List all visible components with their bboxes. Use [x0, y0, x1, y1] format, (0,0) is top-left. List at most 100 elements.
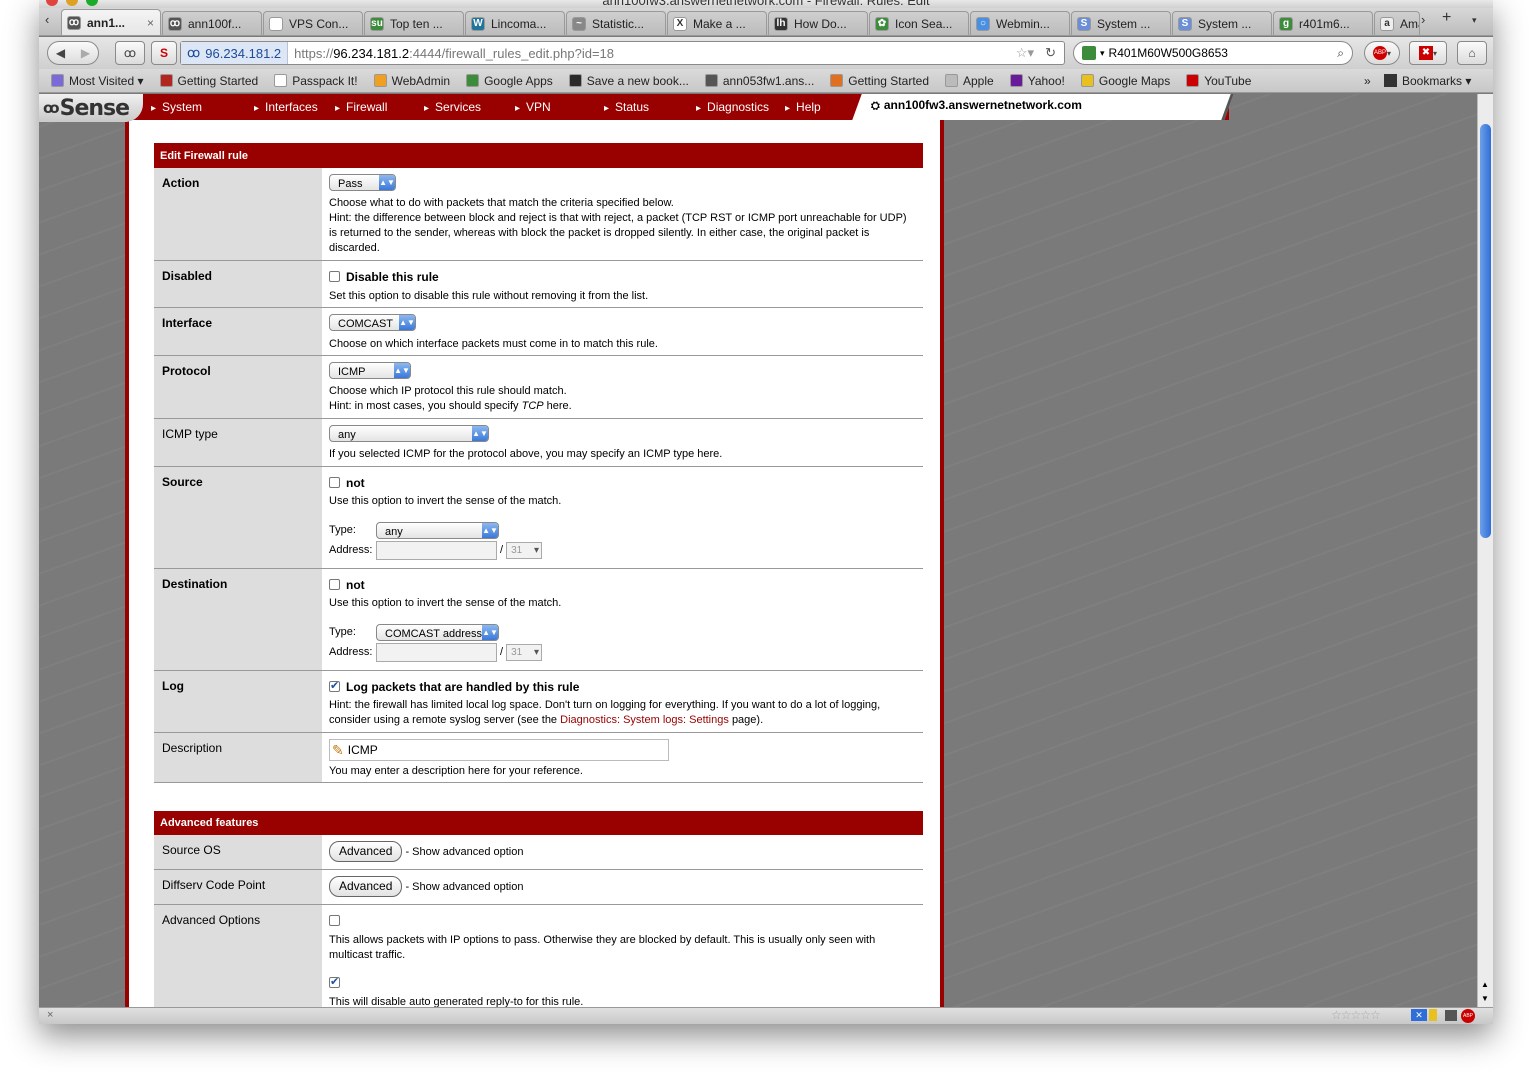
url-text[interactable]: https://96.234.181.2:4444/firewall_rules… — [288, 46, 614, 61]
diffserv-advanced-button[interactable]: Advanced — [329, 876, 403, 897]
system-logs-settings-link[interactable]: Diagnostics: System logs: Settings — [560, 714, 729, 726]
bookmarks-toolbar: Most Visited ▾ Getting Started Passpack It… — [39, 69, 1493, 93]
site-identity[interactable]: ꝏ 96.234.181.2 — [181, 42, 289, 64]
addon-castle-icon[interactable] — [1445, 1010, 1457, 1021]
destination-not-checkbox[interactable] — [329, 579, 340, 590]
scroll-down-icon[interactable]: ▼ — [1481, 994, 1489, 1003]
bookmarks-menu-button[interactable]: Bookmarks ▾ — [1384, 74, 1471, 88]
tab[interactable]: W Lincoma... — [465, 11, 565, 35]
destination-mask-select[interactable]: 31 — [506, 644, 543, 661]
disable-rule-checkbox-label[interactable]: Disable this rule — [346, 270, 439, 284]
bookmark-item[interactable]: Apple — [945, 74, 994, 88]
action-select[interactable]: Pass ▲▼ — [329, 174, 396, 191]
url-bar[interactable]: ꝏ 96.234.181.2 https://96.234.181.2:4444/… — [180, 41, 1065, 65]
bookmarks-overflow-icon[interactable]: » — [1364, 74, 1371, 88]
bookmark-item[interactable]: Passpack It! — [274, 74, 358, 88]
bookmark-label: Save a new book... — [586, 73, 689, 88]
menu-diagnostics[interactable]: Diagnostics — [696, 100, 769, 114]
bookmark-item[interactable]: Save a new book... — [568, 73, 689, 88]
tab[interactable]: ○ Webmin... — [970, 11, 1070, 35]
bookmark-item[interactable]: Google Apps — [466, 74, 553, 88]
tab-scroll-left-icon[interactable]: ‹ — [45, 12, 49, 27]
bookmark-item[interactable]: Google Maps — [1080, 74, 1170, 88]
disable-reply-to-checkbox[interactable] — [329, 975, 340, 990]
addon-x-icon[interactable]: ✕ — [1411, 1009, 1427, 1021]
tab-list-icon[interactable]: ▾ — [1472, 15, 1477, 26]
scrollbar-thumb[interactable] — [1480, 124, 1491, 538]
destination-type-label: Type: — [329, 626, 356, 638]
back-forward-buttons[interactable]: ◀ ▶ — [47, 41, 99, 65]
pfsense-logo[interactable]: ꝏ Sense — [39, 94, 143, 122]
menu-services[interactable]: Services — [424, 100, 481, 114]
tab[interactable]: su Top ten ... — [364, 11, 464, 35]
bookmark-item[interactable]: Getting Started — [159, 74, 258, 88]
source-not-label[interactable]: not — [346, 476, 365, 490]
addon-button[interactable]: ✖ ▾ — [1409, 41, 1447, 65]
tab[interactable]: a Ama — [1374, 11, 1420, 35]
search-engine-dropdown-icon[interactable]: ▾ — [1100, 48, 1105, 59]
description-input[interactable]: ✎ ICMP — [329, 739, 669, 761]
vertical-scrollbar[interactable]: ▲ ▼ — [1477, 94, 1493, 1007]
tab[interactable]: ✿ Icon Sea... — [869, 11, 969, 35]
protocol-select[interactable]: ICMP ▲▼ — [329, 362, 411, 379]
addon-star-icon[interactable] — [1429, 1009, 1437, 1021]
menu-interfaces[interactable]: Interfaces — [254, 100, 318, 114]
protocol-hint-suffix: here. — [546, 400, 572, 412]
log-packets-checkbox[interactable] — [329, 679, 340, 694]
source-not-checkbox[interactable] — [329, 477, 340, 488]
destination-not-label[interactable]: not — [346, 578, 365, 592]
bookmark-item[interactable]: Most Visited ▾ — [51, 74, 144, 88]
menu-system[interactable]: System — [151, 100, 202, 114]
bookmark-item[interactable]: ann053fw1.ans... — [704, 74, 814, 88]
close-tab-icon[interactable]: × — [147, 16, 154, 30]
back-icon[interactable]: ◀ — [56, 46, 65, 60]
new-tab-icon[interactable]: + — [1442, 9, 1451, 27]
source-mask-select[interactable]: 31 — [506, 542, 543, 559]
row-source: Source not Use this option to invert the… — [154, 467, 923, 569]
forward-icon[interactable]: ▶ — [81, 46, 90, 60]
menu-firewall[interactable]: Firewall — [335, 100, 387, 114]
tab[interactable]: lh How Do... — [768, 11, 868, 35]
bookmark-item[interactable]: WebAdmin — [373, 74, 450, 88]
bookmark-item[interactable]: Yahoo! — [1009, 74, 1065, 88]
window-title: ann100fw3.answernetnetwork.com - Firewal… — [602, 0, 930, 8]
bookmark-item[interactable]: YouTube — [1186, 74, 1251, 88]
scroll-up-icon[interactable]: ▲ — [1481, 980, 1489, 989]
tab[interactable]: S System ... — [1172, 11, 1272, 35]
tab-scroll-right-icon[interactable]: › — [1421, 12, 1425, 27]
destination-address-input[interactable] — [376, 643, 497, 662]
menu-help[interactable]: Help — [785, 100, 821, 114]
reload-icon[interactable]: ↻ — [1045, 45, 1056, 61]
adblock-status-icon[interactable]: ABP — [1461, 1009, 1475, 1023]
tab[interactable]: S System ... — [1071, 11, 1171, 35]
destination-type-select[interactable]: COMCAST address ▲▼ — [376, 624, 499, 641]
bookmark-item[interactable]: Getting Started — [830, 74, 929, 88]
log-packets-checkbox-label[interactable]: Log packets that are handled by this rul… — [346, 680, 579, 694]
tab[interactable]: X Make a ... — [667, 11, 767, 35]
home-button[interactable]: ⌂ — [1457, 41, 1487, 65]
tab[interactable]: VPS Con... — [263, 11, 363, 35]
source-address-input[interactable] — [376, 541, 497, 560]
disable-rule-checkbox[interactable] — [329, 271, 340, 282]
icmp-type-select[interactable]: any ▲▼ — [329, 425, 489, 442]
interface-select[interactable]: COMCAST ▲▼ — [329, 314, 416, 331]
rating-stars-icon[interactable]: ☆☆☆☆☆ — [1331, 1008, 1381, 1022]
search-bar[interactable]: ▾ R401M60W500G8653 ⌕ — [1073, 41, 1353, 65]
search-icon[interactable]: ⌕ — [1337, 46, 1344, 61]
tab[interactable]: ~ Statistic... — [566, 11, 666, 35]
stumbleupon-button[interactable]: S — [151, 41, 177, 65]
bookmark-star-icon[interactable]: ☆▾ — [1016, 45, 1034, 61]
tab[interactable]: g r401m6... — [1273, 11, 1373, 35]
menu-status[interactable]: Status — [604, 100, 649, 114]
search-input[interactable]: R401M60W500G8653 — [1109, 46, 1228, 60]
tab[interactable]: ꝏ ann100f... — [162, 11, 262, 35]
google-icon[interactable] — [1082, 46, 1096, 60]
pfsense-addon-button[interactable]: ꝏ — [115, 41, 145, 65]
allow-ip-options-checkbox[interactable] — [329, 915, 340, 926]
close-statusbar-icon[interactable]: × — [47, 1009, 53, 1021]
source-os-advanced-button[interactable]: Advanced — [329, 841, 403, 862]
menu-vpn[interactable]: VPN — [515, 100, 551, 114]
tab[interactable]: ꝏ ann1... × — [61, 9, 161, 35]
source-type-select[interactable]: any ▲▼ — [376, 522, 499, 539]
adblock-button[interactable]: ABP ▾ — [1364, 41, 1400, 65]
